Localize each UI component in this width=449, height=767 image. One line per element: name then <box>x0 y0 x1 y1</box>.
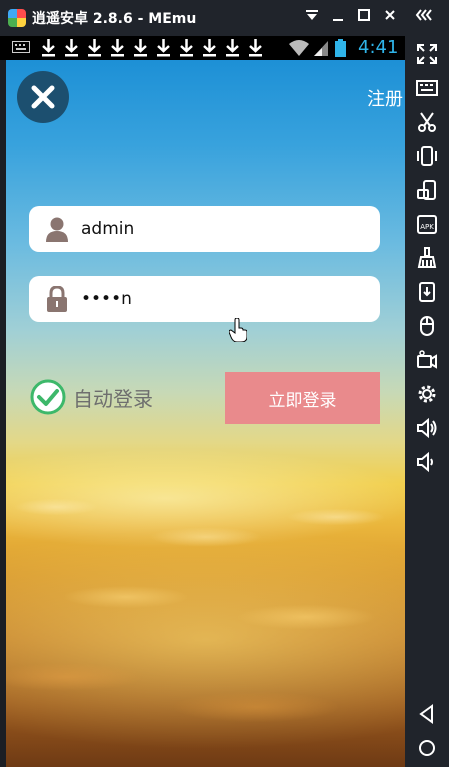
download-icon <box>180 39 193 57</box>
title-bar: 逍遥安卓 2.8.6 - MEmu <box>0 0 449 36</box>
keyboard-mapping-icon <box>416 80 438 96</box>
username-value: admin <box>81 219 135 239</box>
hand-cursor-icon <box>229 318 247 342</box>
volume-down-icon <box>417 451 433 473</box>
collapse-sidebar-icon[interactable] <box>413 6 437 30</box>
auto-login-label: 自动登录 <box>73 386 153 411</box>
rotate-screen-icon <box>417 180 436 200</box>
download-icon <box>226 39 239 57</box>
home-circle-icon <box>419 740 435 756</box>
volume-up-button[interactable] <box>413 414 441 442</box>
signal-icon <box>314 41 328 56</box>
shake-icon <box>417 146 437 166</box>
mouse-button[interactable] <box>413 312 441 340</box>
clean-broom-icon <box>417 247 437 268</box>
fullscreen-button[interactable] <box>413 40 441 68</box>
user-icon <box>46 217 68 242</box>
download-icon <box>88 39 101 57</box>
download-icon <box>157 39 170 57</box>
video-record-button[interactable] <box>413 346 441 374</box>
cloud-background <box>6 467 405 767</box>
apk-install-button[interactable]: APK <box>413 210 441 238</box>
video-record-icon <box>417 350 437 369</box>
wifi-icon <box>289 40 309 56</box>
volume-up-icon <box>417 417 437 439</box>
lock-icon <box>47 286 67 312</box>
download-icon <box>65 39 78 57</box>
screenshot-button[interactable] <box>413 108 441 136</box>
file-share-icon <box>419 282 435 302</box>
shake-button[interactable] <box>413 142 441 170</box>
login-button[interactable]: 立即登录 <box>225 372 380 424</box>
close-icon <box>31 85 55 109</box>
keyboard-mapping-button[interactable] <box>413 74 441 102</box>
download-icon <box>134 39 147 57</box>
svg-text:APK: APK <box>420 223 434 231</box>
auto-login-checkbox[interactable]: 自动登录 <box>29 378 153 416</box>
download-icon <box>42 39 55 57</box>
rotate-screen-button[interactable] <box>413 176 441 204</box>
back-button[interactable] <box>413 700 441 728</box>
maximize-icon[interactable] <box>352 6 376 30</box>
password-field[interactable]: ••••n <box>29 276 380 322</box>
mouse-icon <box>420 316 434 336</box>
password-value: ••••n <box>81 289 132 309</box>
settings-gear-icon <box>418 385 436 403</box>
close-button[interactable] <box>17 71 69 123</box>
apk-install-icon: APK <box>417 215 437 234</box>
download-icon <box>249 39 262 57</box>
window-title: 逍遥安卓 2.8.6 - MEmu <box>32 11 197 27</box>
android-status-bar: 4:41 <box>0 36 405 60</box>
home-button[interactable] <box>413 734 441 762</box>
file-share-button[interactable] <box>413 278 441 306</box>
download-icon <box>203 39 216 57</box>
download-notifications <box>40 38 264 58</box>
volume-down-button[interactable] <box>413 448 441 476</box>
register-link[interactable]: 注册 <box>367 85 403 111</box>
username-field[interactable]: admin <box>29 206 380 252</box>
checkmark-icon <box>30 379 66 415</box>
login-screen: 注册 admin ••••n 自动登录 立即登录 <box>6 60 405 767</box>
close-icon[interactable] <box>378 6 402 30</box>
back-triangle-icon <box>419 704 433 724</box>
emulator-toolbar: APK <box>405 36 449 767</box>
screenshot-scissors-icon <box>418 112 436 132</box>
download-icon <box>111 39 124 57</box>
minimize-icon[interactable] <box>326 6 350 30</box>
battery-icon <box>335 39 346 57</box>
dropdown-menu-icon[interactable] <box>300 6 324 30</box>
memu-logo-icon <box>8 9 26 27</box>
status-time: 4:41 <box>358 37 399 58</box>
keyboard-icon <box>12 41 30 53</box>
clean-button[interactable] <box>413 244 441 272</box>
fullscreen-icon <box>417 44 437 64</box>
settings-button[interactable] <box>413 380 441 408</box>
